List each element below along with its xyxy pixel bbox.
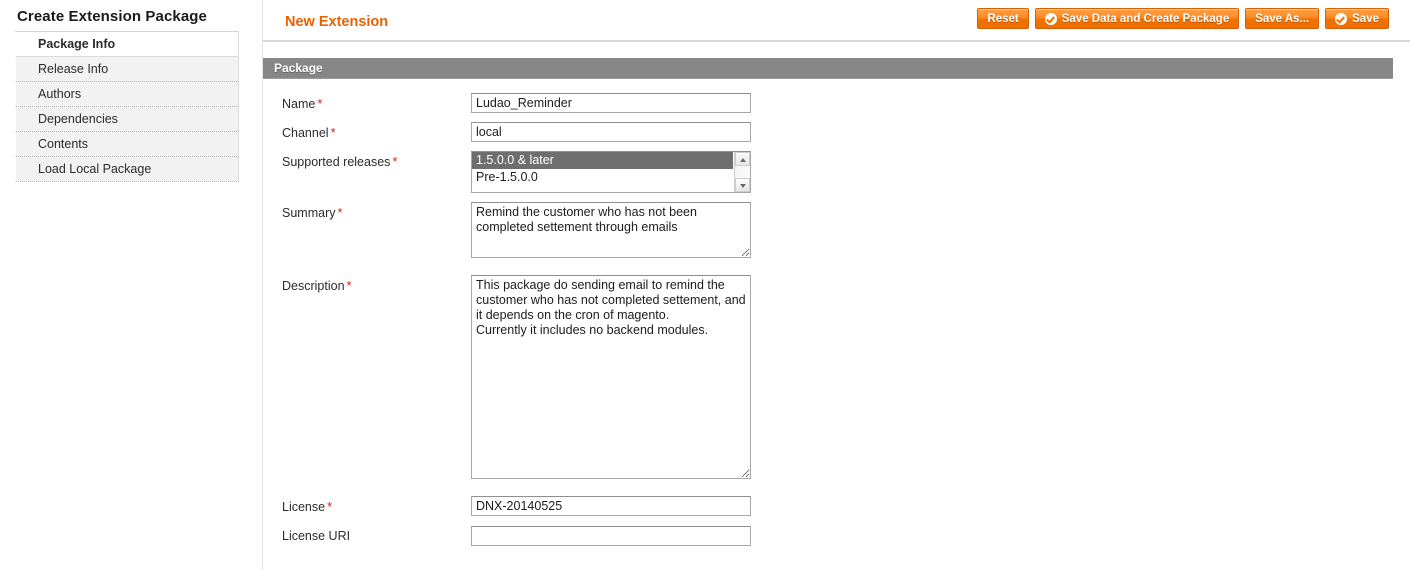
field-row-license-uri: License URI [263, 526, 1393, 546]
field-row-summary: Summary * Remind the customer who has not… [263, 202, 1393, 263]
label-channel-text: Channel [282, 126, 329, 140]
label-supported-releases: Supported releases * [263, 151, 471, 170]
label-description-text: Description [282, 279, 345, 293]
field-row-name: Name * [263, 93, 1393, 113]
package-form-panel: Package Name* Channel* [263, 58, 1393, 555]
sidebar-item-package-info[interactable]: Package Info [15, 32, 239, 57]
save-button[interactable]: Save [1325, 8, 1389, 29]
content-header: New Extension Reset Save Data and Create… [263, 0, 1410, 42]
control-name [471, 93, 751, 113]
summary-textarea[interactable]: Remind the customer who has not been com… [471, 202, 751, 258]
sidebar-item-label: Dependencies [38, 112, 118, 126]
sidebar-item-dependencies[interactable]: Dependencies [15, 107, 239, 132]
label-license-uri: License URI [263, 526, 471, 544]
sidebar-item-label: Contents [38, 137, 89, 151]
required-marker: * [337, 205, 343, 220]
multiselect-scrollbar[interactable] [734, 152, 750, 192]
control-license-uri [471, 526, 751, 546]
multiselect-option-selected[interactable]: 1.5.0.0 & later [472, 152, 733, 169]
field-row-license: License * [263, 496, 1393, 516]
sidebar-item-label: Load Local Package [38, 162, 152, 176]
label-summary: Summary * [263, 202, 471, 221]
supported-releases-multiselect[interactable]: 1.5.0.0 & later Pre-1.5.0.0 [471, 151, 751, 193]
label-name-text: Name [282, 97, 316, 111]
page-root: Create Extension Package Package Info Re… [0, 0, 1410, 570]
required-marker: * [346, 278, 352, 293]
field-row-description: Description * This package do sending ema… [263, 275, 1393, 484]
sidebar: Create Extension Package Package Info Re… [15, 6, 239, 182]
panel-header-package: Package [263, 58, 1393, 79]
channel-input[interactable] [471, 122, 751, 142]
form-body: Name* Channel* [263, 79, 1393, 546]
sidebar-title: Create Extension Package [15, 6, 239, 32]
label-name: Name * [263, 93, 471, 112]
label-channel: Channel * [263, 122, 471, 141]
label-summary-text: Summary [282, 206, 336, 220]
check-circle-icon [1044, 12, 1057, 25]
field-row-supported-releases: Supported releases * 1.5.0.0 & later Pre-… [263, 151, 1393, 193]
sidebar-item-label: Authors [38, 87, 82, 101]
sidebar-item-load-local-package[interactable]: Load Local Package [15, 157, 239, 182]
required-marker: * [327, 499, 333, 514]
required-marker: * [330, 125, 336, 140]
field-row-channel: Channel * [263, 122, 1393, 142]
sidebar-item-contents[interactable]: Contents [15, 132, 239, 157]
page-title: New Extension [285, 14, 389, 30]
save-data-and-create-package-label: Save Data and Create Package [1061, 12, 1230, 25]
required-marker: * [392, 154, 398, 169]
main-content: New Extension Reset Save Data and Create… [262, 0, 1410, 570]
sidebar-item-authors[interactable]: Authors [15, 82, 239, 107]
reset-button-label: Reset [987, 12, 1019, 25]
save-as-button[interactable]: Save As... [1245, 8, 1320, 29]
license-input[interactable] [471, 496, 751, 516]
save-data-and-create-package-button[interactable]: Save Data and Create Package [1034, 8, 1240, 29]
sidebar-item-release-info[interactable]: Release Info [15, 57, 239, 82]
name-input[interactable] [471, 93, 751, 113]
reset-button[interactable]: Reset [977, 8, 1029, 29]
scroll-up-arrow-icon[interactable] [735, 152, 750, 166]
control-supported-releases: 1.5.0.0 & later Pre-1.5.0.0 [471, 151, 751, 193]
control-description: This package do sending email to remind … [471, 275, 751, 484]
control-channel [471, 122, 751, 142]
save-as-button-label: Save As... [1255, 12, 1310, 25]
sidebar-item-label: Release Info [38, 62, 109, 76]
required-marker: * [317, 96, 323, 111]
sidebar-item-label: Package Info [38, 37, 116, 51]
label-supported-releases-text: Supported releases [282, 155, 391, 169]
description-textarea[interactable]: This package do sending email to remind … [471, 275, 751, 479]
save-button-label: Save [1352, 12, 1379, 25]
label-license-text: License [282, 500, 326, 514]
label-license: License * [263, 496, 471, 515]
action-button-bar: Reset Save Data and Create Package Save … [977, 8, 1389, 29]
control-license [471, 496, 751, 516]
license-uri-input[interactable] [471, 526, 751, 546]
check-circle-icon [1335, 12, 1348, 25]
label-description: Description * [263, 275, 471, 294]
multiselect-option[interactable]: Pre-1.5.0.0 [472, 169, 733, 186]
scroll-down-arrow-icon[interactable] [735, 178, 750, 192]
label-license-uri-text: License URI [282, 529, 351, 543]
control-summary: Remind the customer who has not been com… [471, 202, 751, 263]
